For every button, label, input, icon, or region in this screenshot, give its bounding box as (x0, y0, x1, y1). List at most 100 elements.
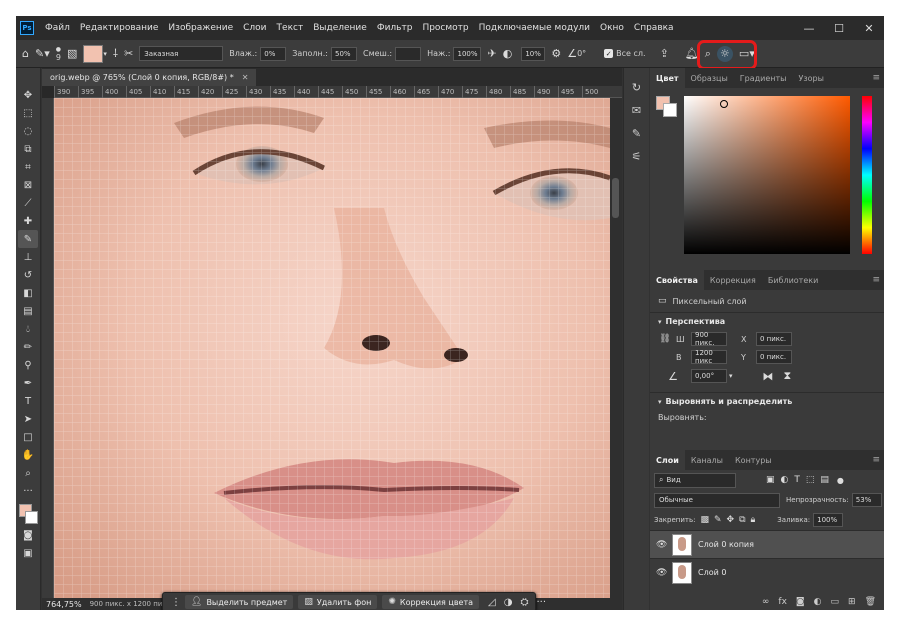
menu-file[interactable]: Файл (40, 23, 75, 33)
healing-brush-tool-icon[interactable]: ✚ (18, 212, 38, 230)
select-subject-button[interactable]: 👤︎ Выделить предмет (185, 595, 294, 609)
flip-horizontal-icon[interactable]: ⧓ (763, 370, 774, 383)
panel-menu-icon[interactable]: ≡ (872, 73, 884, 83)
filter-smart-object-icon[interactable]: ▤ (820, 475, 829, 485)
more-options-icon[interactable]: ··· (536, 597, 546, 608)
dodge-tool-icon[interactable]: ✏ (18, 338, 38, 356)
gradient-tool-icon[interactable]: ▤ (18, 302, 38, 320)
pen-tool-icon[interactable]: ✒ (18, 374, 38, 392)
adjustment-icon[interactable]: ◑ (504, 597, 513, 608)
zoom-tool-icon[interactable]: ⌕ (18, 464, 38, 482)
smoothing-input[interactable]: 10% (521, 46, 546, 61)
tab-layers[interactable]: Слои (650, 450, 685, 470)
lock-artboard-icon[interactable]: ⧉ (739, 515, 745, 525)
move-tool-icon[interactable]: ✥ (18, 86, 38, 104)
menu-help[interactable]: Справка (629, 23, 679, 33)
tab-gradients[interactable]: Градиенты (734, 68, 793, 88)
new-layer-icon[interactable]: ⊞ (848, 597, 856, 607)
mix-input[interactable] (395, 46, 422, 61)
eraser-tool-icon[interactable]: ◧ (18, 284, 38, 302)
eyedropper-tool-icon[interactable]: ⟋ (18, 194, 38, 212)
new-group-icon[interactable]: ▭ (831, 597, 840, 607)
flow-input[interactable]: 100% (453, 46, 482, 61)
menu-layer[interactable]: Слои (238, 23, 271, 33)
close-tab-icon[interactable]: ✕ (242, 73, 249, 82)
screen-mode-icon[interactable]: ▣ (18, 544, 38, 562)
brush-preset-picker[interactable]: ● 9 (56, 46, 61, 62)
chevron-down-icon[interactable]: ▾ (729, 372, 733, 380)
tab-color[interactable]: Цвет (650, 68, 685, 88)
menu-view[interactable]: Просмотр (417, 23, 473, 33)
type-tool-icon[interactable]: T (18, 392, 38, 410)
share-icon[interactable]: ⇪ (660, 47, 669, 60)
width-input[interactable]: 900 пикс. (691, 331, 727, 347)
brush-settings-icon[interactable]: ⚟ (632, 150, 642, 163)
brushes-icon[interactable]: ✎ (632, 127, 641, 140)
hue-slider[interactable] (862, 96, 872, 254)
document-tab[interactable]: orig.webp @ 765% (Слой 0 копия, RGB/8#) … (42, 69, 257, 86)
angle-value[interactable]: 0° (577, 49, 586, 58)
tab-patterns[interactable]: Узоры (793, 68, 830, 88)
perspective-section-header[interactable]: ▾ Перспектива (650, 312, 884, 330)
layer-row-copy[interactable]: 👁︎ Слой 0 копия (650, 530, 884, 558)
rectangle-tool-icon[interactable]: □ (18, 428, 38, 446)
rotation-angle-input[interactable]: 0,00° (691, 369, 727, 383)
opacity-input[interactable]: 53% (851, 493, 882, 507)
lock-all-icon[interactable]: 🔒︎ (751, 515, 756, 525)
layer-style-icon[interactable]: fx (778, 597, 787, 607)
color-panel-swatches[interactable] (656, 96, 678, 118)
tab-swatches[interactable]: Образцы (685, 68, 734, 88)
maximize-button[interactable]: ☐ (824, 22, 854, 35)
filter-toggle-icon[interactable]: ● (837, 476, 844, 485)
path-selection-tool-icon[interactable]: ➤ (18, 410, 38, 428)
tab-libraries[interactable]: Библиотеки (762, 270, 824, 290)
color-picker-marker[interactable] (720, 100, 728, 108)
blend-mode-dropdown[interactable]: Обычные (654, 492, 780, 508)
brush-settings-icon[interactable]: ▧ (67, 47, 77, 60)
sample-all-layers-checkbox[interactable]: ✓ Все сл. (604, 49, 646, 58)
image-canvas[interactable] (54, 98, 610, 598)
fill-input[interactable]: 50% (331, 46, 357, 61)
menu-image[interactable]: Изображение (163, 23, 238, 33)
link-layers-icon[interactable]: ∞ (762, 597, 770, 607)
menu-window[interactable]: Окно (595, 23, 629, 33)
tab-adjustments[interactable]: Коррекция (704, 270, 762, 290)
add-mask-icon[interactable]: ◙ (796, 597, 805, 607)
lock-position-icon[interactable]: ✥ (727, 515, 735, 525)
clean-brush-icon[interactable]: ✂ (124, 47, 133, 60)
background-color-swatch[interactable] (25, 511, 38, 524)
zoom-level[interactable]: 764,75% (46, 600, 82, 609)
tab-paths[interactable]: Контуры (729, 450, 778, 470)
transform-icon[interactable]: ◿ (488, 597, 496, 608)
history-brush-tool-icon[interactable]: ↺ (18, 266, 38, 284)
mask-icon[interactable]: ⛭ (520, 597, 528, 608)
remove-background-button[interactable]: ▨ Удалить фон (298, 595, 378, 609)
delete-layer-icon[interactable]: 🗑︎ (865, 597, 876, 607)
blur-tool-icon[interactable]: 💧︎ (18, 320, 38, 338)
link-icon[interactable]: ⛓ (658, 334, 672, 344)
color-swatches[interactable] (18, 504, 38, 526)
lock-transparent-icon[interactable]: ▩ (700, 515, 709, 525)
airbrush-icon[interactable]: ✈ (487, 47, 496, 60)
clone-stamp-tool-icon[interactable]: ⊥ (18, 248, 38, 266)
layer-row-base[interactable]: 👁︎ Слой 0 (650, 558, 884, 586)
new-adjustment-icon[interactable]: ◐ (814, 597, 822, 607)
mode-dropdown[interactable]: Заказная (139, 46, 224, 61)
close-button[interactable]: ✕ (854, 22, 884, 35)
flip-vertical-icon[interactable]: ⧗ (784, 369, 792, 383)
moisture-input[interactable]: 0% (260, 46, 287, 61)
layer-filter-dropdown[interactable]: ⌕ Вид (654, 472, 736, 488)
lasso-tool-icon[interactable]: ◌ (18, 122, 38, 140)
tab-properties[interactable]: Свойства (650, 270, 704, 290)
filter-adjustment-icon[interactable]: ◐ (781, 475, 789, 485)
home-icon[interactable]: ⌂ (22, 47, 29, 60)
frame-tool-icon[interactable]: ⊠ (18, 176, 38, 194)
height-input[interactable]: 1200 пикс (691, 349, 727, 365)
scrollbar-thumb[interactable] (612, 178, 619, 218)
y-input[interactable]: 0 пикс. (756, 350, 792, 364)
menu-type[interactable]: Текст (272, 23, 309, 33)
saturation-brightness-field[interactable] (684, 96, 850, 254)
vertical-scrollbar[interactable] (610, 98, 622, 598)
x-input[interactable]: 0 пикс. (756, 332, 792, 346)
visibility-eye-icon[interactable]: 👁︎ (656, 568, 672, 578)
